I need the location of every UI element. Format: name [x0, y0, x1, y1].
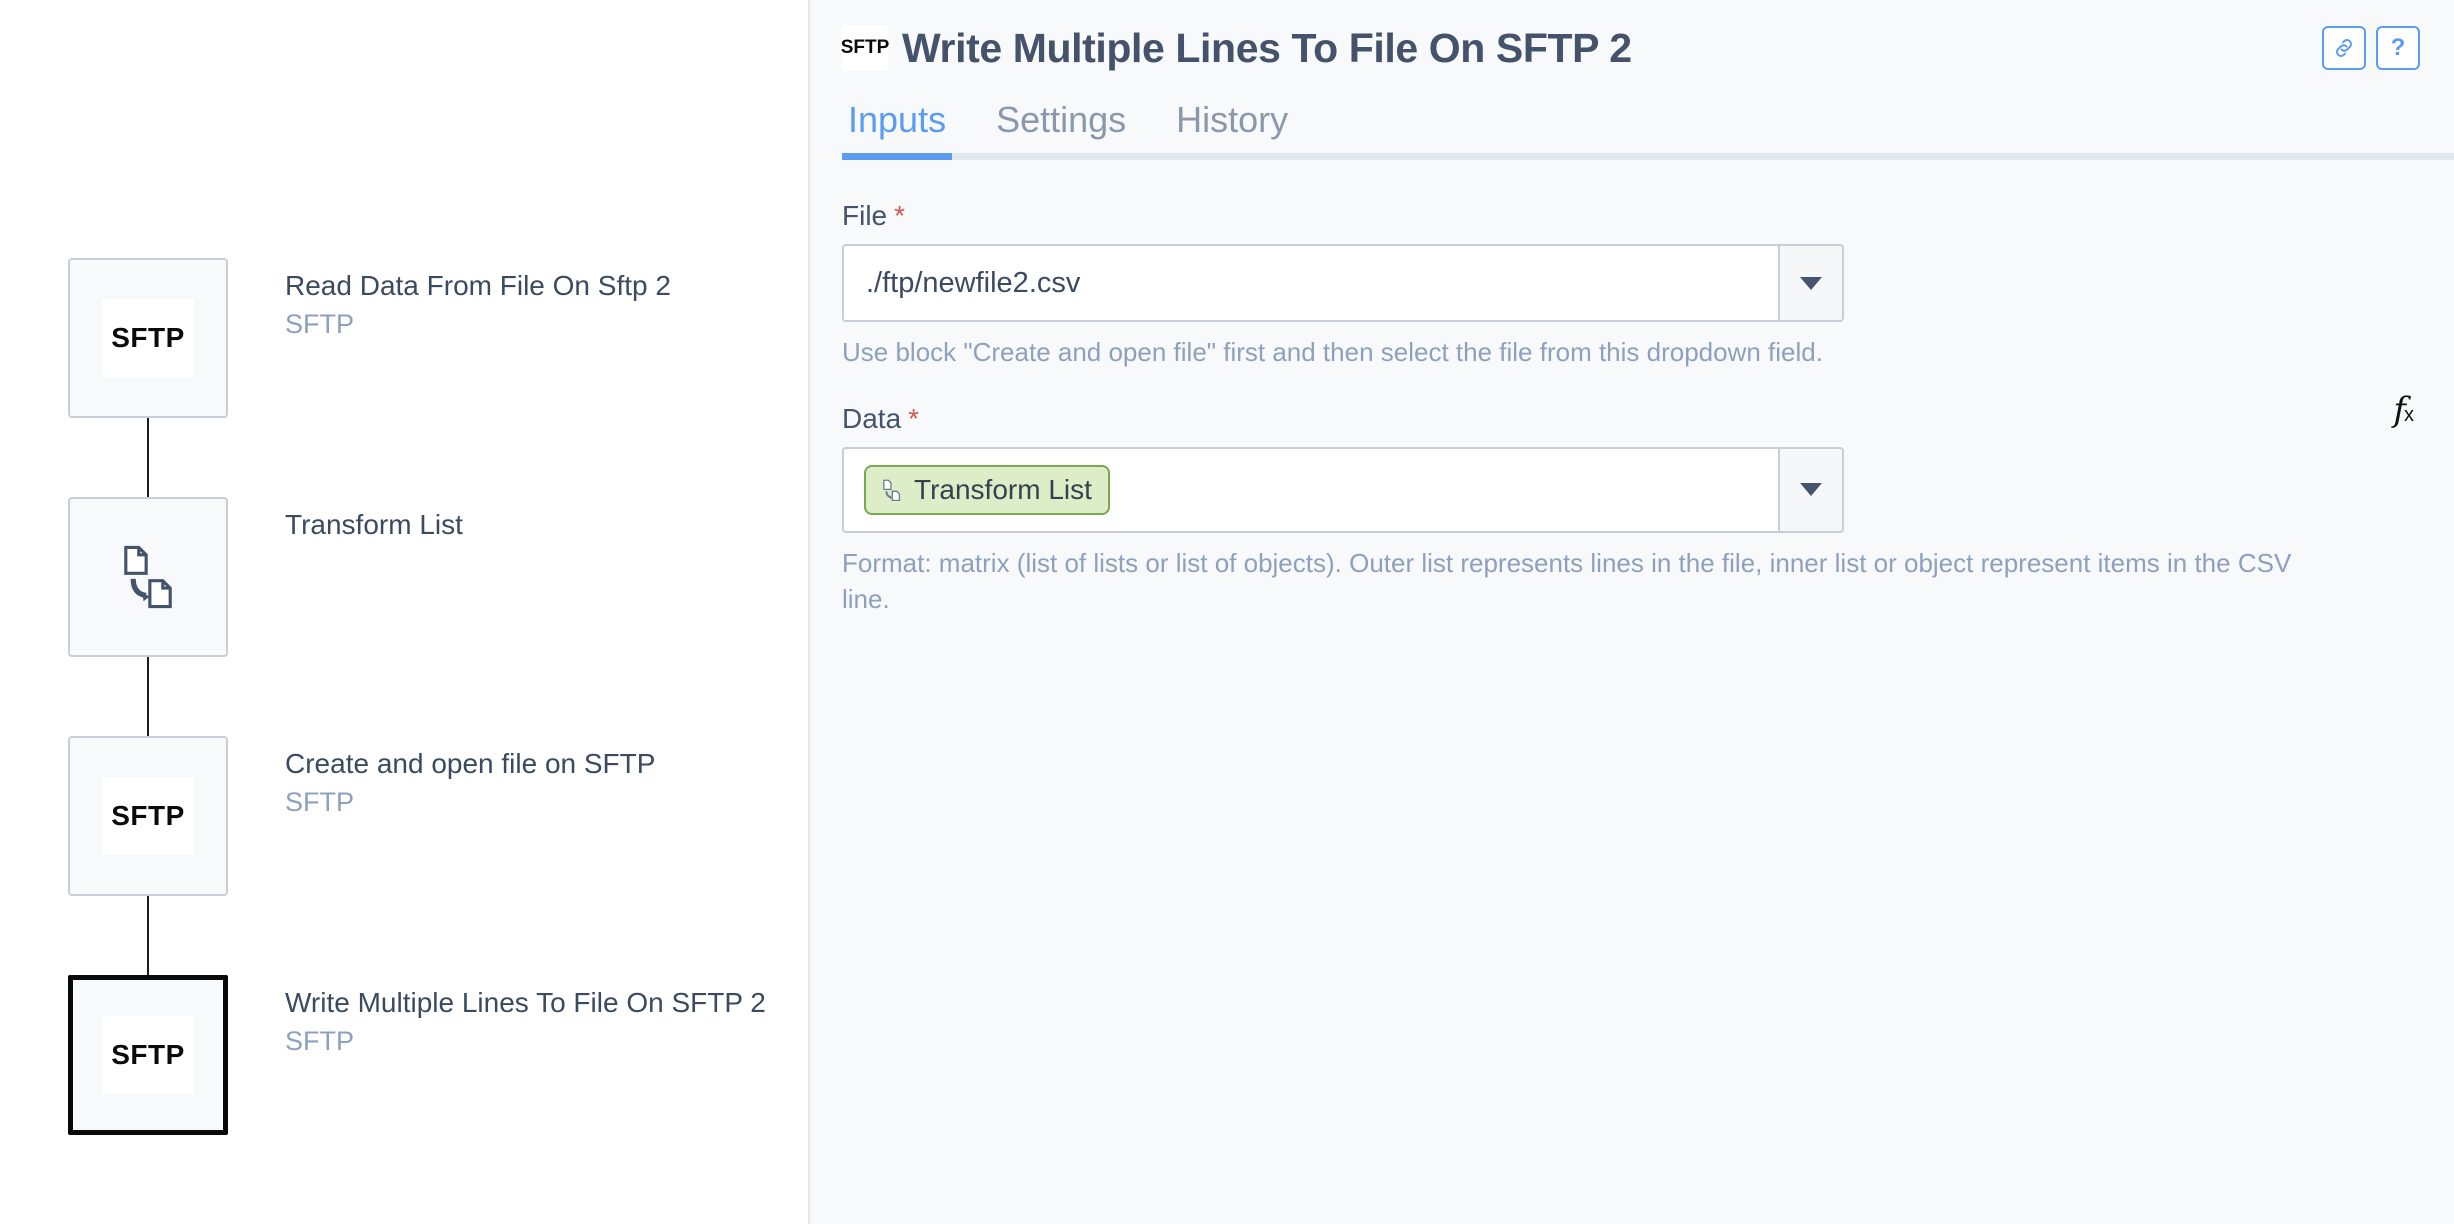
- file-field-label: File *: [842, 200, 2422, 232]
- flow-node-text: Create and open file on SFTP SFTP: [228, 736, 655, 820]
- flow-node[interactable]: SFTP Create and open file on SFTP SFTP: [68, 736, 766, 975]
- flow-node-icon-box[interactable]: SFTP: [68, 258, 228, 418]
- data-field-label: Data *: [842, 403, 2422, 435]
- sftp-badge-icon: SFTP: [102, 299, 194, 377]
- flow-node-title: Transform List: [285, 509, 463, 540]
- flow-node-icon-box[interactable]: [68, 497, 228, 657]
- flow-node[interactable]: Transform List: [68, 497, 766, 736]
- file-field-row: ./ftp/newfile2.csv: [842, 244, 1844, 322]
- tab-settings[interactable]: Settings: [990, 102, 1132, 160]
- flow-node-subtitle: SFTP: [285, 787, 355, 817]
- workflow-canvas[interactable]: SFTP Read Data From File On Sftp 2 SFTP: [0, 0, 810, 1224]
- app-root: SFTP Read Data From File On Sftp 2 SFTP: [0, 0, 2454, 1224]
- flow-node-title: Write Multiple Lines To File On SFTP 2: [285, 987, 766, 1018]
- file-input[interactable]: ./ftp/newfile2.csv: [842, 244, 1778, 322]
- flow-node-title: Create and open file on SFTP: [285, 748, 656, 779]
- tab-bar: Inputs Settings History: [810, 102, 2454, 160]
- tab-history[interactable]: History: [1170, 102, 1294, 160]
- data-label-text: Data: [842, 402, 902, 434]
- flow-node-text: Read Data From File On Sftp 2 SFTP: [228, 258, 671, 342]
- panel-header: SFTP Write Multiple Lines To File On SFT…: [810, 0, 2454, 78]
- data-field-group: fx Data * Transform List Format: matrix …: [842, 393, 2422, 618]
- data-dropdown-button[interactable]: [1778, 446, 1844, 533]
- sftp-badge-icon: SFTP: [841, 25, 889, 71]
- flow-connector-line: [147, 657, 149, 736]
- flow-connector-line: [147, 418, 149, 497]
- link-icon[interactable]: [2322, 26, 2366, 70]
- flow-node[interactable]: SFTP Read Data From File On Sftp 2 SFTP: [68, 258, 766, 497]
- flow-node-text: Write Multiple Lines To File On SFTP 2 S…: [228, 975, 766, 1059]
- chevron-down-icon: [1800, 483, 1822, 497]
- tabs: Inputs Settings History: [842, 102, 2422, 160]
- fx-function-icon[interactable]: fx: [2385, 389, 2422, 431]
- sftp-badge-icon: SFTP: [102, 777, 194, 855]
- flow-node-subtitle: SFTP: [285, 309, 355, 339]
- flow-node-subtitle: SFTP: [285, 1026, 355, 1056]
- file-field-group: File * ./ftp/newfile2.csv Use block "Cre…: [842, 200, 2422, 371]
- data-value-chip[interactable]: Transform List: [864, 464, 1110, 515]
- data-field-hint: Format: matrix (list of lists or list of…: [842, 547, 2292, 614]
- file-field-hint: Use block "Create and open file" first a…: [842, 337, 1823, 367]
- inputs-form: File * ./ftp/newfile2.csv Use block "Cre…: [810, 160, 2454, 618]
- flow-node-selected[interactable]: SFTP Write Multiple Lines To File On SFT…: [68, 975, 766, 1214]
- flow-node-text: Transform List: [228, 497, 463, 546]
- help-icon[interactable]: ?: [2376, 26, 2420, 70]
- flow-connector-line: [147, 896, 149, 975]
- flow-node-title: Read Data From File On Sftp 2: [285, 270, 671, 301]
- header-actions: ?: [2322, 26, 2422, 70]
- file-dropdown-button[interactable]: [1778, 244, 1844, 322]
- fx-subscript: x: [2404, 403, 2414, 426]
- flow-node-icon-box[interactable]: SFTP: [68, 975, 228, 1135]
- data-field-row: Transform List: [842, 446, 1844, 533]
- tab-inputs[interactable]: Inputs: [842, 102, 953, 160]
- data-input[interactable]: Transform List: [842, 446, 1778, 533]
- transform-list-icon: [111, 540, 185, 614]
- chevron-down-icon: [1800, 276, 1822, 290]
- flow-node-icon-box[interactable]: SFTP: [68, 736, 228, 896]
- sftp-badge-icon: SFTP: [102, 1016, 194, 1094]
- required-marker: *: [894, 200, 906, 231]
- chip-label: Transform List: [914, 473, 1092, 505]
- file-label-text: File: [842, 200, 888, 231]
- page-title: Write Multiple Lines To File On SFTP 2: [902, 24, 1632, 71]
- details-panel: SFTP Write Multiple Lines To File On SFT…: [810, 0, 2454, 1224]
- required-marker: *: [908, 402, 920, 434]
- workflow-flow: SFTP Read Data From File On Sftp 2 SFTP: [68, 258, 766, 1214]
